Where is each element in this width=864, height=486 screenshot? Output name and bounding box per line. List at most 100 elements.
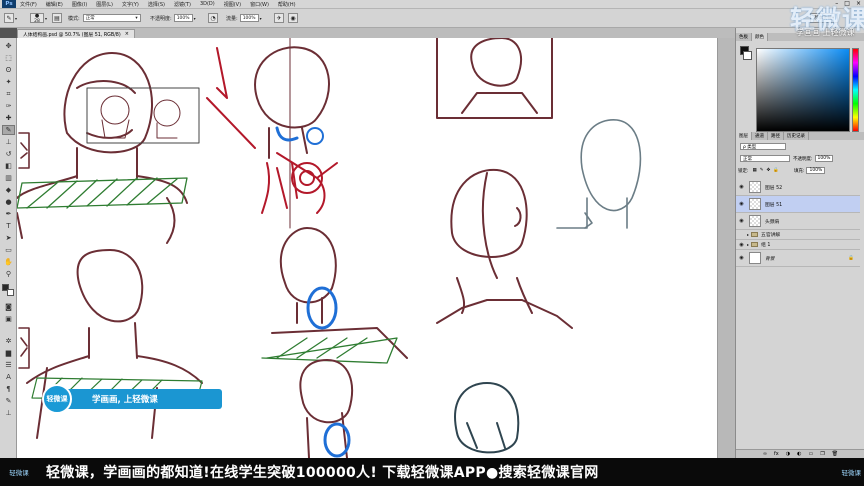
opacity-input[interactable]: 100% bbox=[173, 14, 193, 22]
menu-select[interactable]: 选择(S) bbox=[148, 1, 165, 8]
tab-layers[interactable]: 图层 bbox=[736, 132, 752, 140]
tab-history[interactable]: 历史记录 bbox=[784, 132, 809, 140]
promo-logo-text: 轻微课 bbox=[46, 395, 68, 403]
brush-size-picker[interactable]: ● 28 ▾ bbox=[30, 13, 47, 24]
mode-select[interactable]: 正常 ▾ bbox=[82, 14, 141, 22]
eye-icon[interactable]: ◉ bbox=[736, 242, 747, 248]
menu-view[interactable]: 视图(V) bbox=[224, 1, 241, 8]
layer-group-row[interactable]: ◉ ▸ 组 1 bbox=[736, 240, 860, 250]
healing-tool-icon[interactable]: ✚ bbox=[2, 113, 15, 123]
brush-tool-icon[interactable]: ✎ bbox=[2, 125, 15, 135]
pressure-size-toggle[interactable]: ◉ bbox=[288, 13, 298, 23]
quick-select-tool-icon[interactable]: ✦ bbox=[2, 77, 15, 87]
zoom-tool-icon[interactable]: ⚲ bbox=[2, 269, 15, 279]
trash-icon[interactable]: 🗑 bbox=[832, 451, 838, 457]
tab-swatches[interactable]: 色板 bbox=[736, 33, 752, 41]
flow-value: 100% bbox=[242, 15, 256, 21]
mode-label: 模式: bbox=[68, 15, 80, 22]
layer-filter-select[interactable]: ρ 类型 bbox=[740, 143, 786, 150]
path-select-tool-icon[interactable]: ➤ bbox=[2, 233, 15, 243]
eyedropper-tool-icon[interactable]: ✑ bbox=[2, 101, 15, 111]
menu-window[interactable]: 窗口(W) bbox=[250, 1, 269, 8]
marquee-tool-icon[interactable]: ⬚ bbox=[2, 53, 15, 63]
menu-edit[interactable]: 编辑(E) bbox=[46, 1, 63, 8]
color-picker-field[interactable] bbox=[756, 48, 850, 132]
blend-mode-select[interactable]: 正常 bbox=[740, 155, 790, 162]
document-tab-bar: 人体结构画.psd @ 50.7% (图层 51, RGB/8) × bbox=[17, 28, 735, 38]
eye-icon[interactable]: ◉ bbox=[736, 184, 747, 190]
fill-input[interactable]: 100% bbox=[806, 167, 826, 174]
brush-tool-preset[interactable]: ✎ ▾ bbox=[4, 13, 17, 23]
chevron-down-icon[interactable]: ▾ bbox=[194, 16, 196, 21]
folder-icon[interactable]: ▭ bbox=[809, 451, 814, 457]
tab-channels[interactable]: 通道 bbox=[752, 132, 768, 140]
menu-file[interactable]: 文件(F) bbox=[20, 1, 37, 8]
lock-icons[interactable]: ▦✎✥🔒 bbox=[753, 168, 782, 173]
menu-help[interactable]: 帮助(H) bbox=[278, 1, 296, 8]
clone-source-icon[interactable]: ⊥ bbox=[2, 408, 15, 418]
sketch-figure-top-left bbox=[17, 52, 188, 244]
paragraph-icon[interactable]: ¶ bbox=[2, 384, 15, 394]
gradient-tool-icon[interactable]: ▥ bbox=[2, 173, 15, 183]
dodge-tool-icon[interactable]: ● bbox=[2, 197, 15, 207]
layer-opacity-input[interactable]: 100% bbox=[814, 155, 834, 162]
type-tool-icon[interactable]: T bbox=[2, 221, 15, 231]
chevron-right-icon[interactable]: ▸ bbox=[747, 232, 749, 237]
flow-input[interactable]: 100% bbox=[239, 14, 259, 22]
brush-panel-toggle[interactable]: ▤ bbox=[52, 13, 62, 23]
menu-image[interactable]: 图像(I) bbox=[72, 1, 87, 8]
quick-mask-icon[interactable]: ◙ bbox=[2, 302, 15, 312]
layer-row[interactable]: ◉ 头颈肩 bbox=[736, 213, 860, 230]
blur-tool-icon[interactable]: ◆ bbox=[2, 185, 15, 195]
brush-preset-icon[interactable]: ☰ bbox=[2, 360, 15, 370]
layer-group-row[interactable]: ▸ 五官讲解 bbox=[736, 230, 860, 240]
hue-slider[interactable] bbox=[852, 48, 859, 132]
link-icon[interactable]: ∞ bbox=[763, 451, 767, 457]
sketch-accent-red bbox=[206, 47, 338, 214]
hand-tool-icon[interactable]: ✋ bbox=[2, 257, 15, 267]
background-layer-row[interactable]: ◉ 背景 🔒 bbox=[736, 250, 860, 267]
menu-filter[interactable]: 滤镜(T) bbox=[174, 1, 191, 8]
move-tool-icon[interactable]: ✥ bbox=[2, 41, 15, 51]
adjust-icon[interactable]: ◐ bbox=[797, 451, 801, 457]
pressure-opacity-toggle[interactable]: ◔ bbox=[208, 13, 218, 23]
layer-row-selected[interactable]: ◉ 图层 51 bbox=[736, 196, 860, 213]
lasso-tool-icon[interactable]: ʘ bbox=[2, 65, 15, 75]
new-layer-icon[interactable]: ❐ bbox=[820, 451, 824, 457]
shape-tool-icon[interactable]: ▭ bbox=[2, 245, 15, 255]
eye-icon[interactable]: ◉ bbox=[736, 218, 747, 224]
screen-mode-icon[interactable]: ▣ bbox=[2, 314, 15, 324]
menu-layer[interactable]: 图层(L) bbox=[96, 1, 113, 8]
menu-3d[interactable]: 3D(D) bbox=[200, 1, 215, 7]
airbrush-toggle[interactable]: ✈ bbox=[274, 13, 284, 23]
background-color-swatch[interactable] bbox=[7, 289, 14, 296]
tab-color[interactable]: 颜色 bbox=[752, 33, 768, 41]
layer-thumbnail bbox=[749, 181, 761, 193]
eye-icon[interactable]: ◉ bbox=[736, 201, 747, 207]
chevron-down-icon[interactable]: ▾ bbox=[260, 16, 262, 21]
options-bar: ✎ ▾ ● 28 ▾ ▤ 模式: 正常 ▾ 不透明度: 100% ▾ ◔ 流量: 100%… bbox=[0, 9, 864, 28]
layer-row[interactable]: ◉ 图层 52 bbox=[736, 179, 860, 196]
eye-icon[interactable]: ◉ bbox=[736, 255, 747, 261]
chevron-right-icon[interactable]: ▸ bbox=[747, 242, 749, 247]
close-icon[interactable]: × bbox=[125, 31, 129, 37]
lock-label: 锁定: bbox=[738, 168, 749, 174]
panel-background-swatch[interactable] bbox=[743, 51, 752, 60]
tool-presets-icon[interactable]: ✎ bbox=[2, 396, 15, 406]
brush-size-value: 28 bbox=[34, 18, 40, 24]
eraser-tool-icon[interactable]: ◧ bbox=[2, 161, 15, 171]
menu-type[interactable]: 文字(Y) bbox=[122, 1, 139, 8]
mask-icon[interactable]: ◑ bbox=[786, 451, 790, 457]
fx-icon[interactable]: fx bbox=[774, 451, 779, 457]
crop-tool-icon[interactable]: ⌗ bbox=[2, 89, 15, 99]
levels-icon[interactable]: ▆ bbox=[2, 348, 15, 358]
clone-stamp-tool-icon[interactable]: ⊥ bbox=[2, 137, 15, 147]
group-name: 组 1 bbox=[761, 243, 771, 248]
history-brush-tool-icon[interactable]: ↺ bbox=[2, 149, 15, 159]
document-tab[interactable]: 人体结构画.psd @ 50.7% (图层 51, RGB/8) × bbox=[17, 29, 135, 38]
tab-paths[interactable]: 路径 bbox=[768, 132, 784, 140]
character-icon[interactable]: A bbox=[2, 372, 15, 382]
pen-tool-icon[interactable]: ✒ bbox=[2, 209, 15, 219]
star-icon[interactable]: ✲ bbox=[2, 336, 15, 346]
vertical-scrollbar[interactable] bbox=[717, 38, 735, 458]
